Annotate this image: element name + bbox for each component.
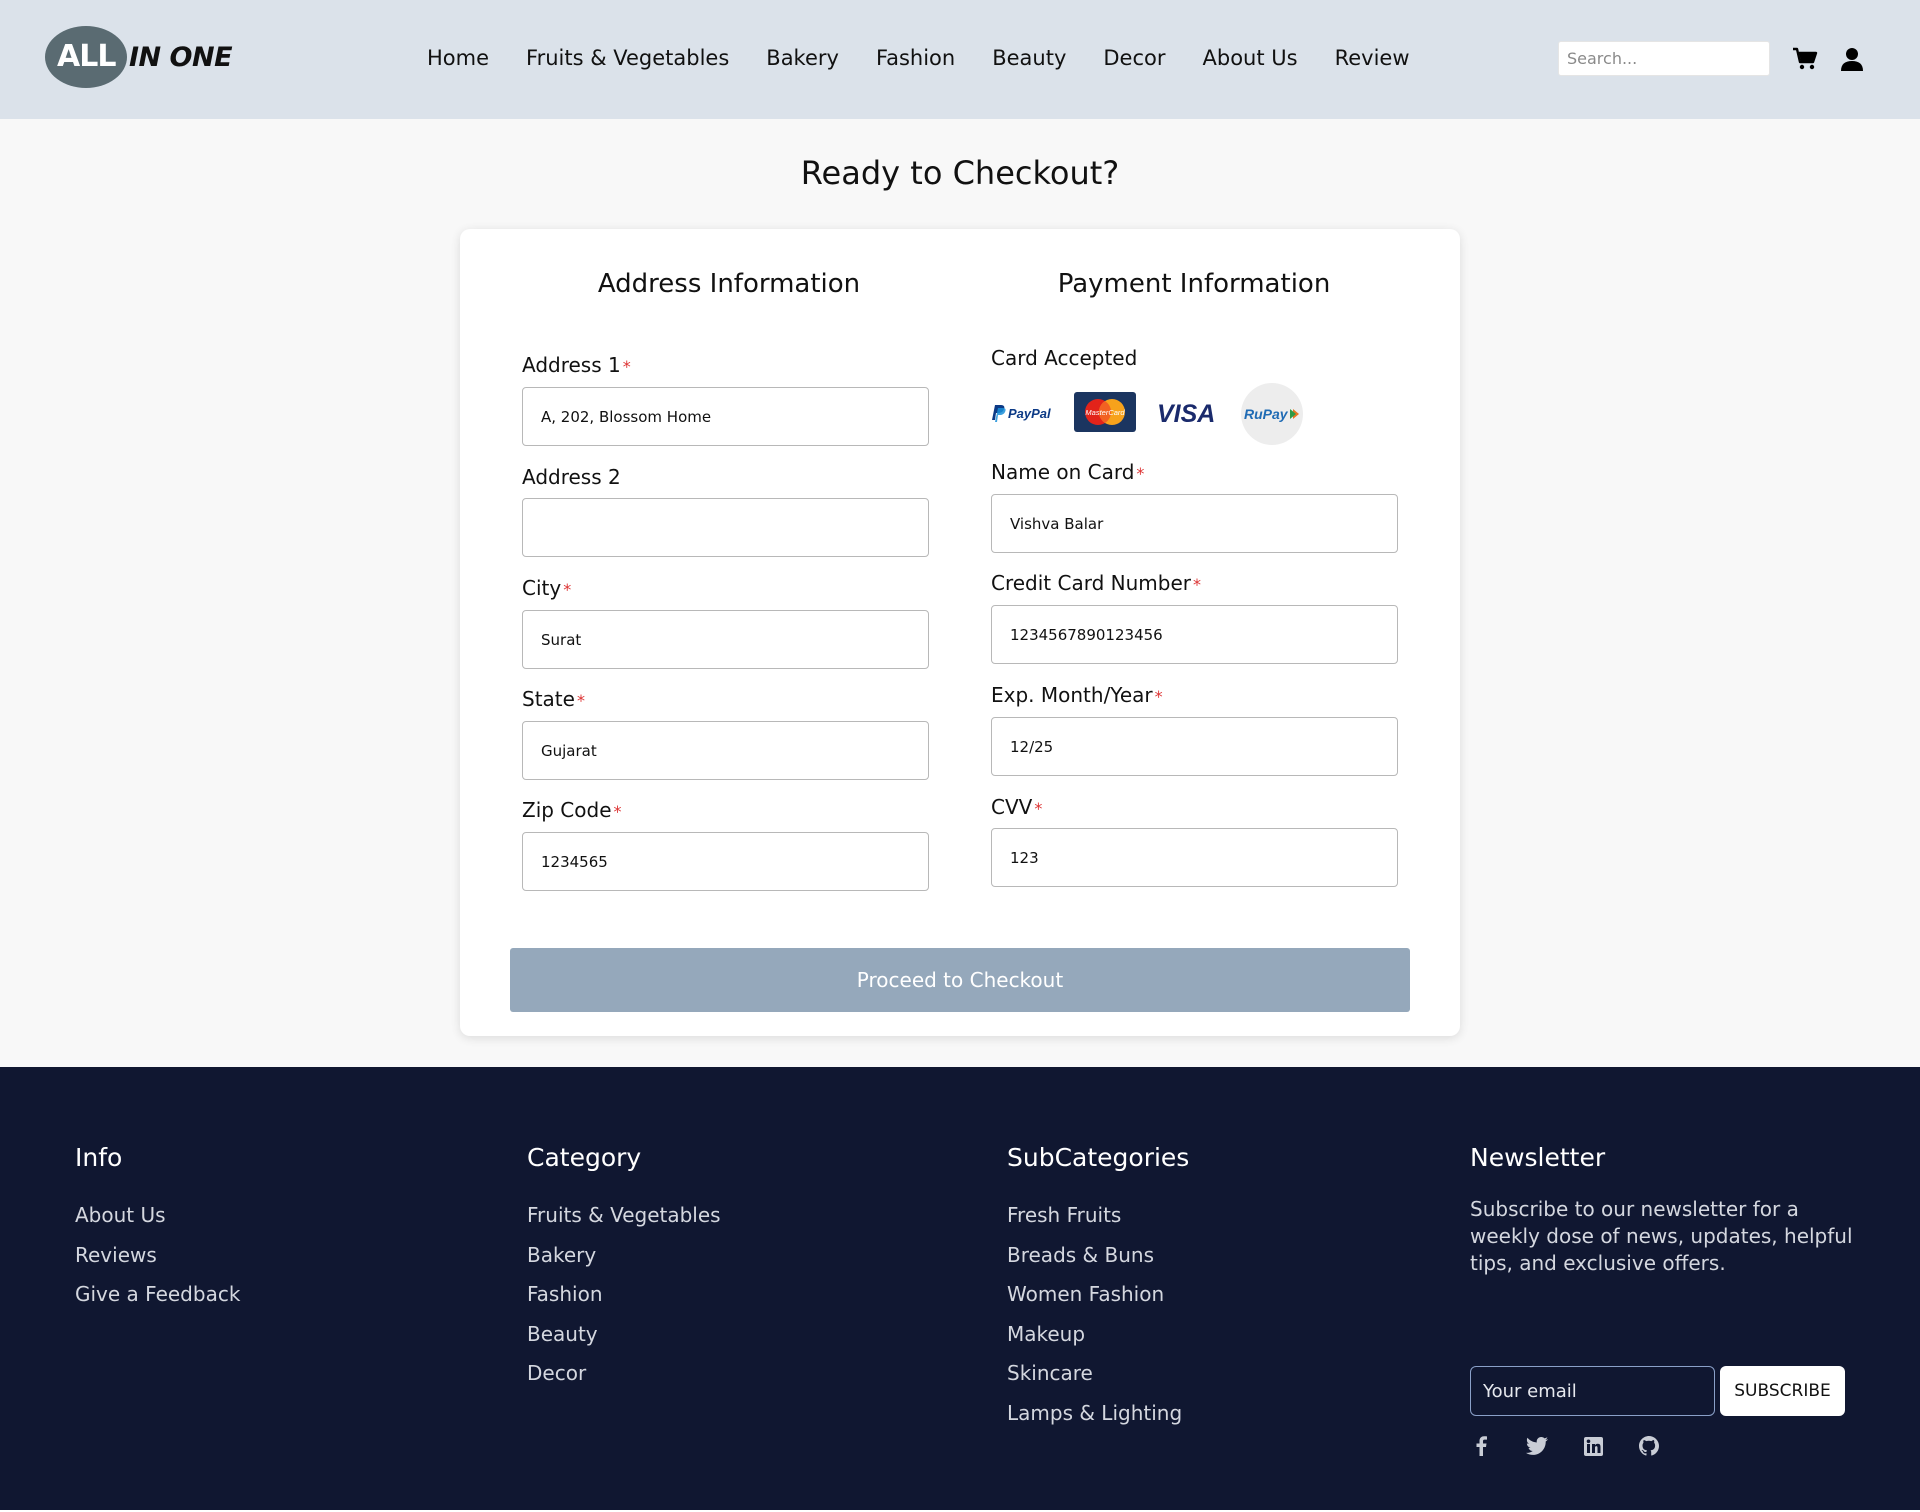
address1-label: Address 1 * bbox=[522, 353, 631, 377]
footer-link-fruits-vegetables[interactable]: Fruits & Vegetables bbox=[527, 1196, 721, 1236]
nav-about-us[interactable]: About Us bbox=[1203, 46, 1298, 74]
checkout-card: Address Information Address 1 * A, 202, B… bbox=[460, 229, 1460, 1036]
github-icon[interactable] bbox=[1638, 1435, 1660, 1457]
main-nav: Home Fruits & Vegetables Bakery Fashion … bbox=[427, 46, 1410, 74]
visa-icon: VISA bbox=[1157, 395, 1217, 431]
proceed-to-checkout-button[interactable]: Proceed to Checkout bbox=[510, 948, 1410, 1012]
footer-info-column: Info About Us Reviews Give a Feedback bbox=[75, 1143, 240, 1315]
top-navbar: ALL IN ONE Home Fruits & Vegetables Bake… bbox=[0, 0, 1920, 119]
footer-link-makeup[interactable]: Makeup bbox=[1007, 1315, 1189, 1355]
nav-decor[interactable]: Decor bbox=[1103, 46, 1165, 74]
rupay-text: RuPay bbox=[1244, 406, 1289, 422]
mastercard-text: MasterCard bbox=[1085, 408, 1125, 417]
name-on-card-label: Name on Card * bbox=[991, 460, 1145, 484]
footer-link-reviews[interactable]: Reviews bbox=[75, 1236, 240, 1276]
footer-link-about-us[interactable]: About Us bbox=[75, 1196, 240, 1236]
footer-link-breads-buns[interactable]: Breads & Buns bbox=[1007, 1236, 1189, 1276]
subscribe-button[interactable]: SUBSCRIBE bbox=[1720, 1366, 1845, 1416]
footer-link-fashion[interactable]: Fashion bbox=[527, 1275, 721, 1315]
city-input[interactable]: Surat bbox=[522, 610, 929, 669]
footer-subcategories-title: SubCategories bbox=[1007, 1143, 1190, 1172]
expiry-label: Exp. Month/Year * bbox=[991, 683, 1163, 707]
required-mark: * bbox=[622, 357, 631, 376]
required-mark: * bbox=[563, 580, 572, 599]
newsletter-email-input[interactable] bbox=[1470, 1366, 1715, 1416]
name-on-card-input[interactable]: Vishva Balar bbox=[991, 494, 1398, 553]
footer-link-beauty[interactable]: Beauty bbox=[527, 1315, 721, 1355]
paypal-text: PayPal bbox=[1008, 406, 1051, 421]
cards-accepted-label: Card Accepted bbox=[991, 346, 1138, 370]
city-label: City * bbox=[522, 576, 572, 600]
twitter-icon[interactable] bbox=[1526, 1435, 1548, 1457]
required-mark: * bbox=[1154, 687, 1163, 706]
footer-link-women-fashion[interactable]: Women Fashion bbox=[1007, 1275, 1189, 1315]
cvv-input[interactable]: 123 bbox=[991, 828, 1398, 887]
nav-review[interactable]: Review bbox=[1335, 46, 1410, 74]
paypal-icon: PayPal bbox=[991, 393, 1055, 433]
nav-beauty[interactable]: Beauty bbox=[992, 46, 1066, 74]
nav-bakery[interactable]: Bakery bbox=[766, 46, 839, 74]
visa-text: VISA bbox=[1157, 400, 1215, 428]
required-mark: * bbox=[613, 802, 622, 821]
zip-input[interactable]: 1234565 bbox=[522, 832, 929, 891]
user-icon[interactable] bbox=[1838, 45, 1866, 73]
footer-link-skincare[interactable]: Skincare bbox=[1007, 1354, 1189, 1394]
mastercard-icon: MasterCard bbox=[1074, 392, 1136, 432]
footer-link-fresh-fruits[interactable]: Fresh Fruits bbox=[1007, 1196, 1189, 1236]
address2-input[interactable] bbox=[522, 498, 929, 557]
required-mark: * bbox=[1193, 575, 1201, 594]
facebook-icon[interactable] bbox=[1470, 1435, 1492, 1457]
footer-newsletter-title: Newsletter bbox=[1470, 1143, 1606, 1172]
card-number-input[interactable]: 1234567890123456 bbox=[991, 605, 1398, 664]
address-section-title: Address Information bbox=[597, 269, 861, 299]
expiry-input[interactable]: 12/25 bbox=[991, 717, 1398, 776]
nav-home[interactable]: Home bbox=[427, 46, 489, 74]
logo-in-one-text: IN ONE bbox=[129, 42, 233, 73]
accepted-cards: PayPal MasterCard VISA RuPay bbox=[991, 379, 1331, 447]
site-logo[interactable]: ALL IN ONE bbox=[45, 26, 233, 88]
footer-subcategories-column: SubCategories Fresh Fruits Breads & Buns… bbox=[1007, 1143, 1189, 1434]
cvv-label: CVV * bbox=[991, 795, 1043, 819]
footer-link-feedback[interactable]: Give a Feedback bbox=[75, 1275, 240, 1315]
footer-info-title: Info bbox=[75, 1143, 123, 1172]
logo-all-text: ALL bbox=[57, 39, 116, 74]
state-input[interactable]: Gujarat bbox=[522, 721, 929, 780]
footer-newsletter-column: Newsletter Subscribe to our newsletter f… bbox=[1470, 1143, 1860, 1473]
address2-label: Address 2 bbox=[522, 465, 621, 489]
footer: Info About Us Reviews Give a Feedback Ca… bbox=[0, 1067, 1920, 1512]
address1-input[interactable]: A, 202, Blossom Home bbox=[522, 387, 929, 446]
search-input[interactable] bbox=[1558, 41, 1770, 76]
newsletter-description: Subscribe to our newsletter for a weekly… bbox=[1470, 1197, 1853, 1275]
zip-label: Zip Code * bbox=[522, 798, 622, 822]
cart-icon[interactable] bbox=[1791, 45, 1819, 73]
nav-fruits-vegetables[interactable]: Fruits & Vegetables bbox=[526, 46, 729, 74]
card-number-label: Credit Card Number * bbox=[991, 571, 1201, 595]
linkedin-icon[interactable] bbox=[1582, 1435, 1604, 1457]
footer-category-column: Category Fruits & Vegetables Bakery Fash… bbox=[527, 1143, 721, 1394]
footer-link-lamps-lighting[interactable]: Lamps & Lighting bbox=[1007, 1394, 1189, 1434]
footer-category-title: Category bbox=[527, 1143, 642, 1172]
state-label: State * bbox=[522, 687, 585, 711]
required-mark: * bbox=[576, 691, 585, 710]
nav-fashion[interactable]: Fashion bbox=[876, 46, 955, 74]
payment-section-title: Payment Information bbox=[1057, 269, 1331, 299]
required-mark: * bbox=[1034, 799, 1043, 818]
required-mark: * bbox=[1136, 464, 1145, 483]
rupay-icon: RuPay bbox=[1241, 383, 1303, 445]
footer-link-decor[interactable]: Decor bbox=[527, 1354, 721, 1394]
social-links bbox=[1470, 1435, 1694, 1457]
footer-link-bakery[interactable]: Bakery bbox=[527, 1236, 721, 1276]
page-title: Ready to Checkout? bbox=[800, 154, 1120, 192]
